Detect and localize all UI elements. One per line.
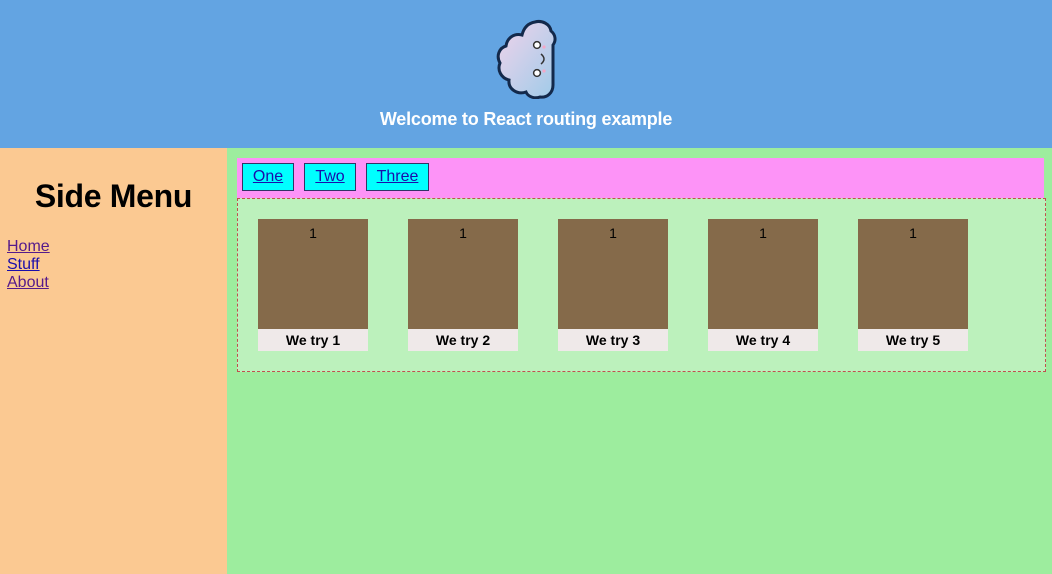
cloud-face-logo-icon [496, 20, 557, 99]
card-caption: We try 5 [858, 329, 968, 351]
sidebar-nav: Home Stuff About [7, 238, 50, 292]
card-caption: We try 4 [708, 329, 818, 351]
card-caption: We try 3 [558, 329, 668, 351]
card: 1 We try 1 [258, 219, 368, 351]
sidebar: Side Menu Home Stuff About [0, 148, 227, 574]
card-caption: We try 1 [258, 329, 368, 351]
app-root: Welcome to React routing example Side Me… [0, 0, 1052, 574]
card: 1 We try 3 [558, 219, 668, 351]
card-number: 1 [858, 219, 968, 329]
header: Welcome to React routing example [0, 0, 1052, 148]
card-caption: We try 2 [408, 329, 518, 351]
card-number: 1 [258, 219, 368, 329]
sidebar-link-stuff[interactable]: Stuff [7, 256, 50, 274]
card-number: 1 [558, 219, 668, 329]
card-number: 1 [708, 219, 818, 329]
sidebar-link-about[interactable]: About [7, 274, 50, 292]
tab-one[interactable]: One [242, 163, 294, 191]
card: 1 We try 4 [708, 219, 818, 351]
welcome-title: Welcome to React routing example [379, 109, 673, 129]
tab-two[interactable]: Two [304, 163, 356, 191]
tab-three[interactable]: Three [366, 163, 429, 191]
card: 1 We try 5 [858, 219, 968, 351]
card-number: 1 [408, 219, 518, 329]
content-panel: 1 We try 1 1 We try 2 1 We try 3 1 We tr… [237, 198, 1046, 372]
sidebar-link-home[interactable]: Home [7, 238, 50, 256]
main-area: One Two Three 1 We try 1 1 We try 2 1 We… [227, 148, 1052, 574]
tab-bar: One Two Three [237, 158, 1044, 198]
sidebar-title: Side Menu [34, 178, 193, 214]
card: 1 We try 2 [408, 219, 518, 351]
